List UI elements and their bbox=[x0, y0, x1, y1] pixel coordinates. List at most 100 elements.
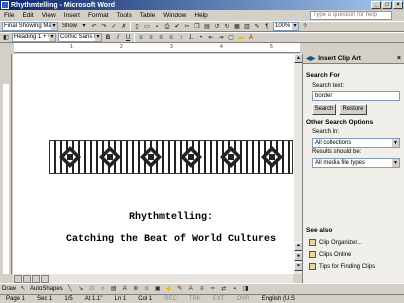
numbering-icon[interactable]: ⒈ bbox=[187, 34, 195, 42]
drawing-icon[interactable]: ✎ bbox=[253, 23, 261, 31]
help-icon[interactable]: ? bbox=[301, 23, 309, 31]
print-icon[interactable]: ⎙ bbox=[163, 23, 171, 31]
show-menu[interactable]: Show bbox=[60, 22, 88, 31]
rectangle-icon[interactable]: □ bbox=[88, 285, 96, 293]
arrow-style-icon[interactable]: ⇄ bbox=[220, 285, 228, 293]
vertical-ruler[interactable] bbox=[0, 54, 12, 274]
link-label[interactable]: Clip Organizer... bbox=[319, 240, 362, 246]
redo-icon[interactable]: ↻ bbox=[223, 23, 231, 31]
shadow-icon[interactable]: ▪ bbox=[231, 285, 239, 293]
clip-art-border-image[interactable] bbox=[49, 140, 293, 174]
next-change-icon[interactable]: ↷ bbox=[100, 23, 108, 31]
document-page[interactable]: Rhythmtelling: Catching the Beat of Worl… bbox=[13, 54, 293, 274]
fill-color-icon[interactable]: ◆ bbox=[165, 285, 173, 293]
textbox-icon[interactable]: ▤ bbox=[110, 285, 118, 293]
horizontal-ruler[interactable]: 1 2 3 4 5 bbox=[14, 43, 300, 53]
bullets-icon[interactable]: • bbox=[197, 34, 205, 42]
cut-icon[interactable]: ✂ bbox=[183, 23, 191, 31]
style-combo[interactable]: Heading 1 + Cc bbox=[12, 33, 56, 42]
dropdown-arrow-icon[interactable]: ▼ bbox=[392, 139, 399, 147]
search-in-dropdown[interactable]: All collections ▼ bbox=[312, 138, 400, 148]
paste-icon[interactable]: ▤ bbox=[203, 23, 211, 31]
new-icon[interactable]: ▯ bbox=[133, 23, 141, 31]
display-for-review-combo[interactable]: Final Showing Markup bbox=[2, 22, 58, 31]
menu-window[interactable]: Window bbox=[159, 12, 190, 19]
center-icon[interactable]: ≡ bbox=[147, 34, 155, 42]
select-pointer-icon[interactable]: ↖ bbox=[19, 285, 27, 293]
link-label[interactable]: Tips for Finding Clips bbox=[319, 264, 375, 270]
menu-help[interactable]: Help bbox=[190, 12, 211, 19]
web-view-icon[interactable] bbox=[23, 274, 31, 283]
autoshapes-menu[interactable]: AutoShapes bbox=[30, 286, 63, 292]
maximize-button[interactable]: □ bbox=[382, 1, 392, 9]
clips-online-link[interactable]: Clips Online bbox=[309, 251, 351, 258]
ask-question-box[interactable]: Type a question for help bbox=[310, 11, 392, 20]
search-text-input[interactable]: border bbox=[312, 91, 400, 101]
clip-organizer-link[interactable]: Clip Organizer... bbox=[309, 239, 362, 246]
align-right-icon[interactable]: ≡ bbox=[157, 34, 165, 42]
justify-icon[interactable]: ≡ bbox=[167, 34, 175, 42]
restore-button[interactable]: Restore bbox=[339, 104, 367, 115]
decrease-indent-icon[interactable]: ⇤ bbox=[207, 34, 215, 42]
oval-icon[interactable]: ○ bbox=[99, 285, 107, 293]
border-icon[interactable]: ▢ bbox=[227, 34, 235, 42]
line-spacing-icon[interactable]: ↕ bbox=[177, 34, 185, 42]
menu-file[interactable]: File bbox=[0, 12, 18, 19]
open-icon[interactable]: ▭ bbox=[143, 23, 151, 31]
document-subtitle[interactable]: Catching the Beat of World Cultures bbox=[49, 234, 293, 245]
results-dropdown[interactable]: All media file types ▼ bbox=[312, 158, 400, 168]
increase-indent-icon[interactable]: ⇥ bbox=[217, 34, 225, 42]
line-color-icon[interactable]: ✎ bbox=[176, 285, 184, 293]
reject-change-icon[interactable]: ✗ bbox=[120, 23, 128, 31]
line-style-icon[interactable]: ≡ bbox=[198, 285, 206, 293]
outline-view-icon[interactable] bbox=[41, 274, 49, 283]
font-color-icon[interactable]: A bbox=[247, 34, 255, 42]
close-button[interactable]: × bbox=[393, 1, 403, 9]
diagram-icon[interactable]: ⊛ bbox=[132, 285, 140, 293]
font-combo[interactable]: Comic Sans MS bbox=[58, 33, 102, 42]
vertical-scrollbar[interactable]: ▲ ⏶ ● ⏷ bbox=[293, 54, 303, 274]
table-icon[interactable]: ▦ bbox=[233, 23, 241, 31]
dash-style-icon[interactable]: ┅ bbox=[209, 285, 217, 293]
tips-link[interactable]: Tips for Finding Clips bbox=[309, 263, 375, 270]
status-trk[interactable]: TRK bbox=[183, 296, 207, 302]
minimize-button[interactable]: _ bbox=[371, 1, 381, 9]
show-hide-icon[interactable]: ¶ bbox=[263, 23, 271, 31]
dropdown-arrow-icon[interactable]: ▼ bbox=[392, 159, 399, 167]
document-title[interactable]: Rhythmtelling: bbox=[49, 212, 293, 223]
draw-menu[interactable]: Draw bbox=[2, 286, 16, 292]
menu-view[interactable]: View bbox=[38, 12, 60, 19]
underline-icon[interactable]: U bbox=[124, 34, 132, 42]
document-area[interactable]: Rhythmtelling: Catching the Beat of Worl… bbox=[13, 54, 293, 274]
word-app-icon[interactable] bbox=[1, 1, 9, 9]
copy-icon[interactable]: ❐ bbox=[193, 23, 201, 31]
link-label[interactable]: Clips Online bbox=[319, 252, 351, 258]
font-color-icon[interactable]: A bbox=[187, 285, 195, 293]
3d-icon[interactable]: ◨ bbox=[242, 285, 250, 293]
menu-format[interactable]: Format bbox=[84, 12, 113, 19]
arrow-icon[interactable]: ↘ bbox=[77, 285, 85, 293]
wordart-icon[interactable]: A bbox=[121, 285, 129, 293]
menu-table[interactable]: Table bbox=[136, 12, 160, 19]
spelling-icon[interactable]: ✔ bbox=[173, 23, 181, 31]
prev-change-icon[interactable]: ↶ bbox=[90, 23, 98, 31]
columns-icon[interactable]: ▥ bbox=[243, 23, 251, 31]
accept-change-icon[interactable]: ✓ bbox=[110, 23, 118, 31]
zoom-combo[interactable]: 100% bbox=[273, 22, 299, 31]
normal-view-icon[interactable] bbox=[14, 274, 22, 283]
menu-tools[interactable]: Tools bbox=[113, 12, 136, 19]
menu-insert[interactable]: Insert bbox=[60, 12, 84, 19]
close-pane-icon[interactable]: × bbox=[397, 55, 401, 62]
back-arrow-icon[interactable]: ◀▶ bbox=[306, 55, 315, 62]
save-icon[interactable]: ▪ bbox=[153, 23, 161, 31]
bold-icon[interactable]: B bbox=[104, 34, 112, 42]
status-ext[interactable]: EXT bbox=[207, 296, 231, 302]
highlight-icon[interactable]: ▬ bbox=[237, 34, 245, 42]
menu-edit[interactable]: Edit bbox=[18, 12, 37, 19]
status-rec[interactable]: REC bbox=[158, 296, 183, 302]
italic-icon[interactable]: I bbox=[114, 34, 122, 42]
search-button[interactable]: Search bbox=[312, 104, 336, 115]
clip-art-icon[interactable]: ☺ bbox=[143, 285, 151, 293]
align-left-icon[interactable]: ≡ bbox=[137, 34, 145, 42]
task-pane-icon[interactable]: ◧ bbox=[2, 34, 10, 42]
